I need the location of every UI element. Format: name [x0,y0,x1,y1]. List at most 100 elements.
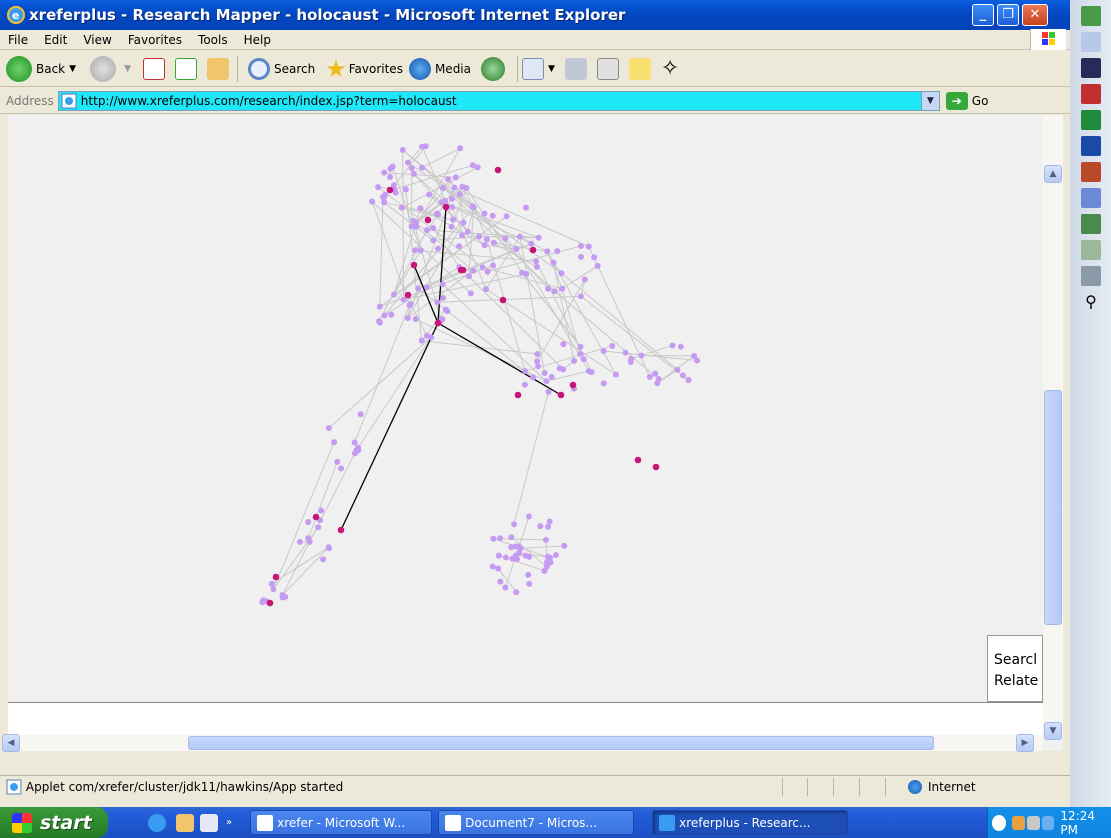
graph-node[interactable] [479,264,486,271]
recycle-bin-icon[interactable] [1081,162,1101,182]
graph-node[interactable] [357,411,364,418]
java-icon[interactable] [1012,815,1026,830]
graph-node[interactable] [674,366,681,373]
graph-node[interactable] [381,169,388,176]
quick-launch-ie-icon[interactable] [148,813,166,832]
graph-node-highlight[interactable] [514,391,522,399]
graph-node[interactable] [545,285,552,292]
graph-node[interactable] [577,293,584,300]
graph-node-highlight[interactable] [442,203,450,211]
graph-node[interactable] [483,236,490,243]
graph-node-highlight[interactable] [457,266,465,274]
magnifier-icon[interactable]: ⚲ [1081,292,1101,312]
graph-node[interactable] [331,439,338,446]
graph-node[interactable] [456,191,463,198]
graph-node[interactable] [545,523,552,530]
graph-node[interactable] [338,465,345,472]
graph-node[interactable] [305,518,312,525]
quick-launch-outlook-icon[interactable] [176,813,194,832]
command-prompt-icon[interactable] [1081,58,1101,78]
graph-node[interactable] [622,349,629,356]
graph-node[interactable] [428,334,435,341]
graph-node-highlight[interactable] [529,246,537,254]
graph-node[interactable] [516,233,523,240]
graph-node[interactable] [512,552,519,559]
graph-node[interactable] [561,542,568,549]
graph-node[interactable] [449,204,456,211]
forward-button[interactable]: ▼ [82,55,131,82]
graph-node[interactable] [550,259,557,266]
graph-node[interactable] [577,242,584,249]
graph-node[interactable] [577,350,584,357]
address-input[interactable]: http://www.xreferplus.com/research/index… [57,90,940,111]
graph-node[interactable] [381,312,388,319]
graph-node[interactable] [526,580,533,587]
graph-node[interactable] [376,318,383,325]
graph-node[interactable] [578,253,585,260]
graph-node[interactable] [296,538,303,545]
graph-node[interactable] [440,184,447,191]
graph-node[interactable] [407,300,414,307]
graph-node[interactable] [484,268,491,275]
graph-node[interactable] [460,219,467,226]
graph-node[interactable] [577,343,584,350]
tools-icon[interactable] [1081,266,1101,286]
vertical-scrollbar[interactable]: ▲ ▼ [1043,115,1063,740]
language-icon[interactable] [1081,240,1101,260]
graph-node[interactable] [552,552,559,559]
title-bar[interactable]: e xreferplus - Research Mapper - holocau… [0,0,1070,30]
close-button[interactable]: ✕ [1022,4,1048,26]
user-icon[interactable] [1081,188,1101,208]
graph-node[interactable] [677,343,684,350]
graph-node[interactable] [585,243,592,250]
graph-node[interactable] [412,247,419,254]
graph-node[interactable] [654,380,661,387]
graph-node[interactable] [369,198,376,205]
graph-node-highlight[interactable] [424,216,432,224]
graph-node[interactable] [318,507,325,514]
taskbar-item-xreferplus[interactable]: xreferplus - Researc... [652,810,849,835]
tray-device-icon[interactable] [1027,815,1040,830]
graph-node[interactable] [387,173,394,180]
graph-node[interactable] [502,584,509,591]
back-button[interactable]: Back ▼ [6,55,76,82]
menu-help[interactable]: Help [236,33,279,47]
search-related-panel[interactable]: Searcl Relate [987,635,1043,702]
graph-node[interactable] [476,233,483,240]
graph-node[interactable] [451,184,458,191]
graph-node[interactable] [512,543,519,550]
address-dropdown-button[interactable]: ▼ [920,91,939,110]
media-button[interactable]: Media [408,57,471,80]
graph-node[interactable] [580,356,587,363]
graph-node[interactable] [417,247,424,254]
graph-node[interactable] [522,368,529,375]
refresh-icon[interactable] [174,57,197,80]
graph-node[interactable] [375,184,382,191]
graph-node[interactable] [646,374,653,381]
graph-node[interactable] [525,571,532,578]
graph-node[interactable] [426,191,433,198]
graph-node[interactable] [545,388,552,395]
graph-node[interactable] [526,553,533,560]
graph-node[interactable] [541,369,548,376]
graph-node[interactable] [268,580,275,587]
graph-node[interactable] [559,285,566,292]
graph-node[interactable] [410,170,417,177]
graph-node[interactable] [489,563,496,570]
graph-node[interactable] [423,284,430,291]
graph-node[interactable] [588,369,595,376]
graph-node[interactable] [376,303,383,310]
go-button[interactable]: ➔ Go [945,91,988,110]
graph-node[interactable] [523,271,530,278]
graph-node[interactable] [282,593,289,600]
graph-node[interactable] [652,370,659,377]
graph-node[interactable] [382,191,389,198]
graph-node[interactable] [497,578,504,585]
graph-node[interactable] [440,294,447,301]
acrobat-icon[interactable] [1081,84,1101,104]
scroll-up-button[interactable]: ▲ [1044,165,1062,183]
scroll-left-button[interactable]: ◀ [2,734,20,752]
graph-node[interactable] [543,378,550,385]
mail-icon[interactable] [522,57,544,80]
graph-node[interactable] [502,554,509,561]
